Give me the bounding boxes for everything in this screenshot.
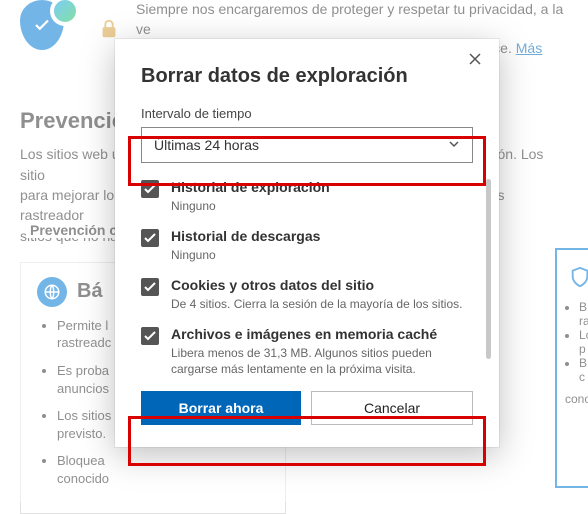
item-title: Historial de exploración [171, 179, 467, 196]
scrollbar[interactable] [486, 179, 491, 359]
chevron-down-icon [448, 137, 460, 153]
list-item: Cookies y otros datos del sitio De 4 sit… [141, 277, 473, 312]
list-item: Historial de descargas Ninguno [141, 228, 473, 263]
clear-now-button[interactable]: Borrar ahora [141, 391, 301, 425]
checkbox[interactable] [141, 327, 159, 345]
data-types-list: Historial de exploración Ninguno Histori… [141, 179, 473, 377]
item-subtitle: Ninguno [171, 198, 467, 214]
item-title: Archivos e imágenes en memoria caché [171, 326, 467, 343]
dialog-title: Borrar datos de exploración [141, 65, 473, 88]
item-title: Historial de descargas [171, 228, 467, 245]
list-item: Archivos e imágenes en memoria caché Lib… [141, 326, 473, 377]
item-title: Cookies y otros datos del sitio [171, 277, 467, 294]
time-range-select[interactable]: Últimas 24 horas [141, 127, 473, 163]
time-range-value: Últimas 24 horas [154, 137, 259, 153]
item-subtitle: De 4 sitios. Cierra la sesión de la mayo… [171, 296, 467, 312]
cancel-button[interactable]: Cancelar [311, 391, 473, 425]
list-item: Historial de exploración Ninguno [141, 179, 473, 214]
clear-browsing-data-dialog: Borrar datos de exploración Intervalo de… [115, 39, 499, 447]
checkbox[interactable] [141, 278, 159, 296]
checkbox[interactable] [141, 180, 159, 198]
close-button[interactable] [465, 53, 485, 73]
time-range-label: Intervalo de tiempo [141, 106, 473, 121]
item-subtitle: Libera menos de 31,3 MB. Algunos sitios … [171, 345, 467, 377]
checkbox[interactable] [141, 229, 159, 247]
item-subtitle: Ninguno [171, 247, 467, 263]
